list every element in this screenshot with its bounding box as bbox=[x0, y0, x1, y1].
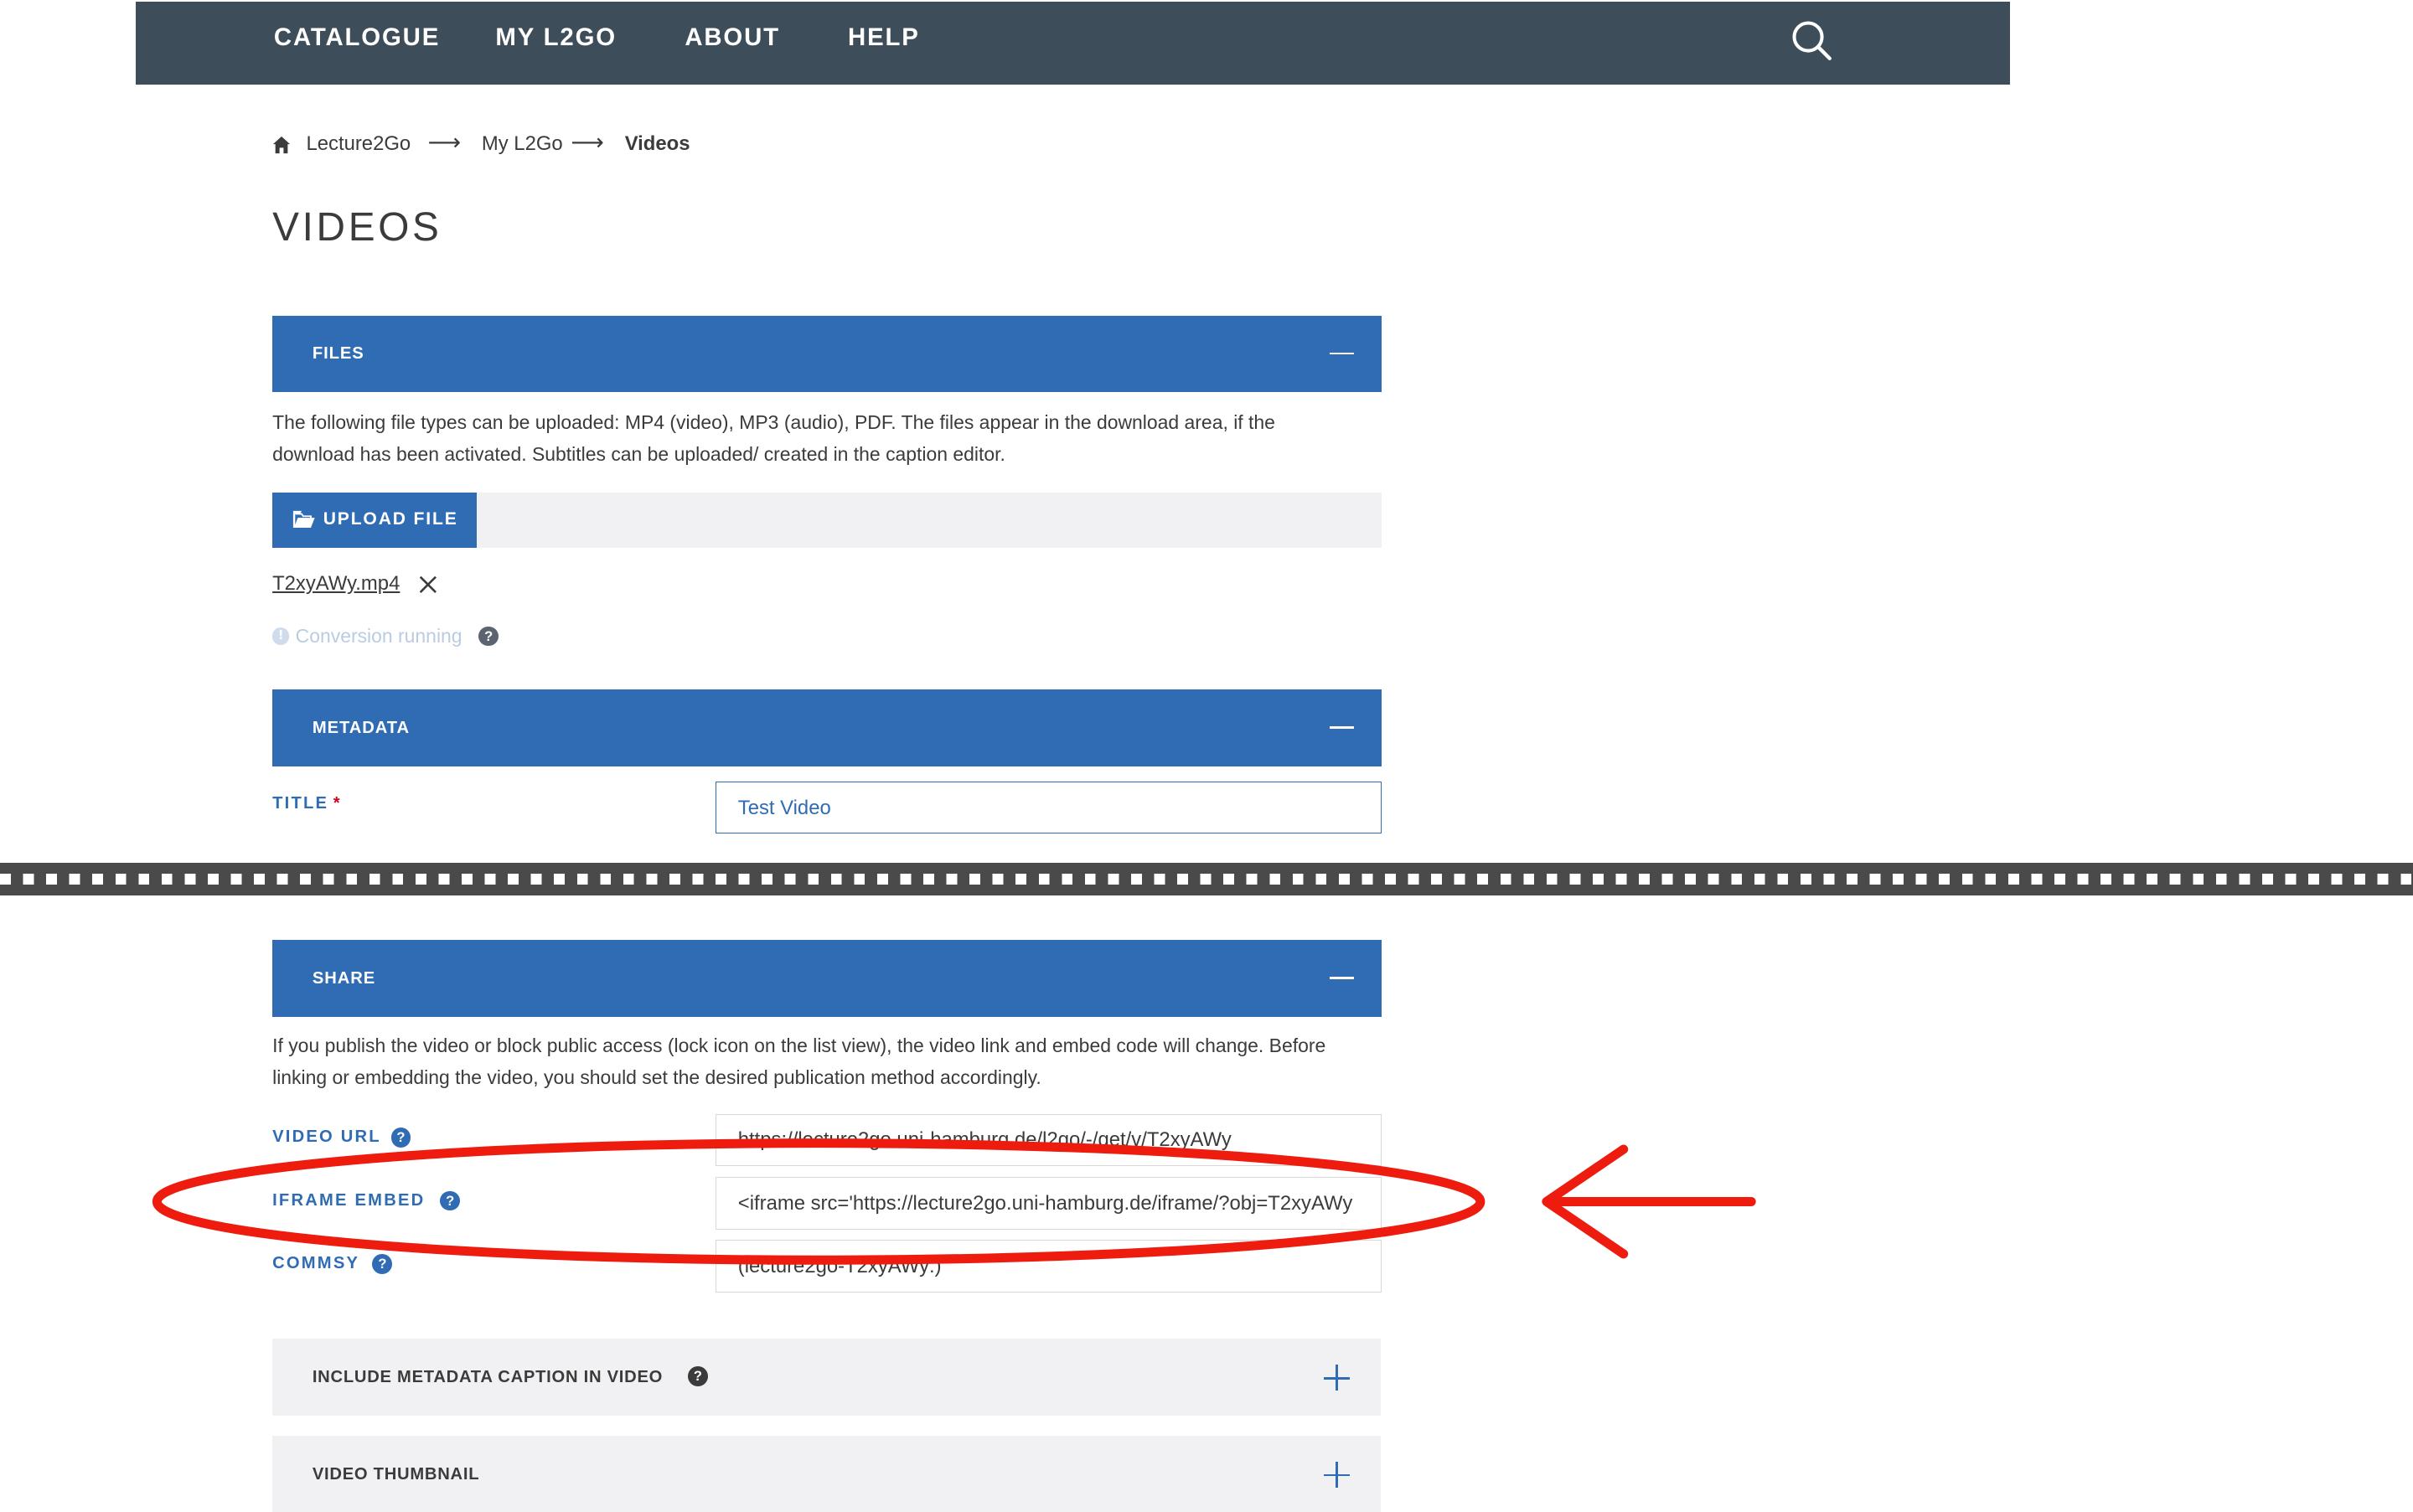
divider-dots bbox=[0, 874, 2413, 885]
share-description: If you publish the video or block public… bbox=[272, 1034, 1326, 1089]
files-section-header[interactable]: FILES bbox=[272, 315, 1382, 393]
nav-about[interactable]: ABOUT bbox=[685, 23, 780, 52]
breadcrumb-separator: ⟶ bbox=[571, 129, 604, 157]
screenshot-cut-divider bbox=[0, 863, 2413, 895]
conversion-status: Conversion running bbox=[295, 624, 462, 647]
video-url-field[interactable]: https://lecture2go.uni-hamburg.de/l2go/-… bbox=[716, 1113, 1382, 1167]
metadata-section-header[interactable]: METADATA bbox=[272, 689, 1382, 766]
files-section-title: FILES bbox=[312, 344, 364, 364]
title-label-text: TITLE bbox=[272, 793, 329, 813]
help-icon[interactable]: ? bbox=[372, 1253, 393, 1274]
pointer-arrow-icon bbox=[1542, 1144, 1756, 1259]
share-section-title: SHARE bbox=[312, 969, 376, 988]
iframe-embed-label: IFRAME EMBED bbox=[272, 1190, 426, 1210]
video-thumbnail-section[interactable]: VIDEO THUMBNAIL bbox=[272, 1435, 1381, 1512]
collapse-icon[interactable] bbox=[1329, 352, 1355, 355]
help-icon[interactable]: ? bbox=[688, 1365, 708, 1386]
metadata-section-title: METADATA bbox=[312, 718, 410, 737]
expand-icon[interactable] bbox=[1323, 1365, 1350, 1391]
required-marker: * bbox=[333, 793, 342, 813]
nav-help[interactable]: HELP bbox=[848, 23, 920, 52]
search-icon[interactable] bbox=[1790, 18, 1832, 61]
include-metadata-caption-title: INCLUDE METADATA CAPTION IN VIDEO bbox=[312, 1367, 664, 1386]
breadcrumb-separator: ⟶ bbox=[427, 129, 462, 157]
title-input[interactable]: Test Video bbox=[716, 782, 1382, 834]
breadcrumb-lecture2go[interactable]: Lecture2Go bbox=[307, 132, 411, 156]
commsy-field[interactable]: (lecture2go-T2xyAWy:) bbox=[716, 1240, 1382, 1293]
home-icon[interactable] bbox=[272, 136, 291, 154]
expand-icon[interactable] bbox=[1323, 1461, 1350, 1489]
nav-my-l2go[interactable]: MY L2GO bbox=[495, 23, 617, 52]
include-metadata-caption-section[interactable]: INCLUDE METADATA CAPTION IN VIDEO ? bbox=[272, 1338, 1381, 1416]
files-description: The following file types can be uploaded… bbox=[272, 410, 1275, 466]
breadcrumb-my-l2go[interactable]: My L2Go bbox=[482, 132, 563, 156]
title-label: TITLE * bbox=[272, 794, 342, 813]
help-icon[interactable]: ? bbox=[478, 626, 499, 647]
upload-file-button[interactable]: UPLOAD FILE bbox=[272, 492, 478, 548]
video-thumbnail-title: VIDEO THUMBNAIL bbox=[312, 1464, 480, 1484]
breadcrumb-videos: Videos bbox=[624, 132, 690, 155]
iframe-embed-field[interactable]: <iframe src='https://lecture2go.uni-hamb… bbox=[716, 1177, 1382, 1230]
collapse-icon[interactable] bbox=[1329, 725, 1355, 729]
help-icon[interactable]: ? bbox=[440, 1190, 461, 1211]
uploaded-file-link[interactable]: T2xyAWy.mp4 bbox=[272, 572, 400, 596]
video-url-label: VIDEO URL bbox=[272, 1128, 381, 1147]
remove-file-icon[interactable] bbox=[417, 574, 439, 596]
nav-catalogue[interactable]: CATALOGUE bbox=[274, 23, 440, 52]
upload-file-label: UPLOAD FILE bbox=[323, 508, 458, 529]
info-icon: ! bbox=[272, 627, 290, 645]
collapse-icon[interactable] bbox=[1329, 977, 1355, 980]
folder-open-icon bbox=[292, 510, 315, 528]
share-section-header[interactable]: SHARE bbox=[272, 940, 1382, 1018]
help-icon[interactable]: ? bbox=[390, 1128, 411, 1148]
commsy-label: COMMSY bbox=[272, 1253, 360, 1272]
page-title: VIDEOS bbox=[272, 205, 442, 250]
